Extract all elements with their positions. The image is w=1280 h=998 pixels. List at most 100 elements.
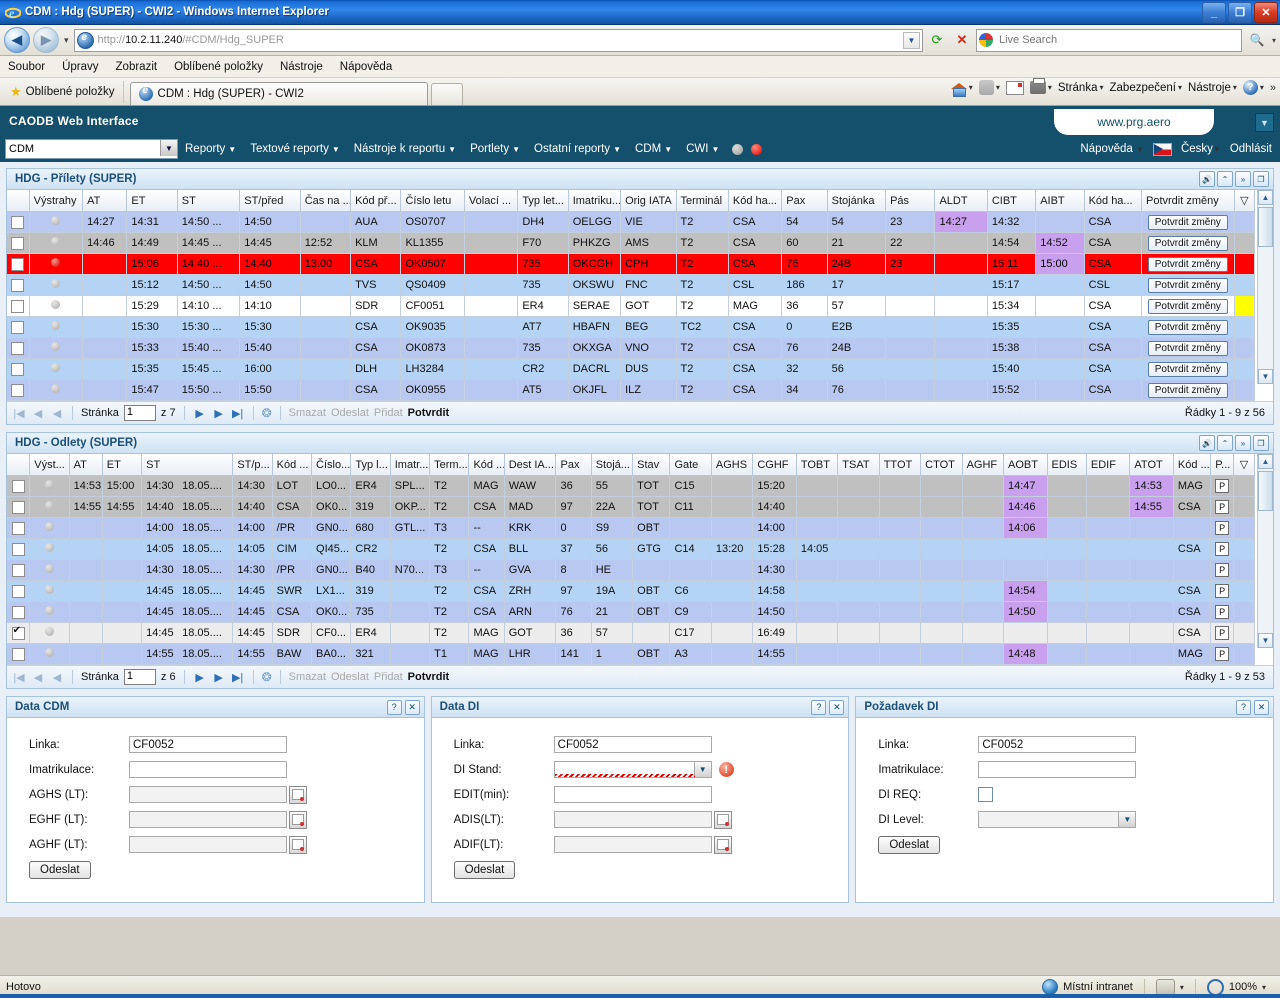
cell-tobt[interactable]	[796, 580, 839, 602]
cell-imat[interactable]: OKCGH	[568, 253, 622, 275]
arrivals-col-12[interactable]: Orig IATA	[620, 190, 677, 212]
cell-et[interactable]: 15:06	[126, 253, 178, 275]
cell-ttot[interactable]	[879, 643, 922, 665]
cell-ttot[interactable]	[879, 622, 922, 644]
table-row[interactable]: 14:55 14:55 14:40 18.05.... 14:40 CSA OK0... 31…	[7, 496, 1255, 518]
close-button[interactable]: ✕	[1254, 2, 1278, 23]
departures-col-18[interactable]: CGHF	[752, 454, 797, 476]
cell-gate[interactable]: C11	[669, 496, 712, 518]
calendar-icon[interactable]	[289, 810, 307, 829]
cell-et[interactable]: 14:55	[102, 496, 143, 518]
cell-pax[interactable]: 76	[555, 601, 592, 623]
cell-aldt[interactable]	[934, 379, 988, 401]
cell-typ[interactable]: 735	[517, 253, 569, 275]
linka-input[interactable]: CF0052	[978, 736, 1137, 753]
cell-stoj[interactable]: 21	[591, 601, 634, 623]
cell-kodha[interactable]: CSA	[468, 580, 505, 602]
cell-cghf[interactable]: 16:49	[752, 622, 797, 644]
cell-at[interactable]	[69, 643, 103, 665]
cell-cislo[interactable]: KL1355	[400, 232, 465, 254]
cell-at[interactable]: 14:46	[82, 232, 128, 254]
cell-stoj[interactable]: 21	[827, 232, 887, 254]
scrollbar-track[interactable]	[1258, 511, 1273, 633]
cell-ctot[interactable]	[920, 580, 963, 602]
cell-stoj[interactable]: 19A	[591, 580, 634, 602]
cell-edis[interactable]	[1047, 622, 1087, 644]
cell-aobt[interactable]	[1003, 622, 1048, 644]
cell-kodha2[interactable]: CSA	[1084, 379, 1142, 401]
cell-tsat[interactable]	[837, 643, 880, 665]
departures-col-24[interactable]: AOBT	[1003, 454, 1048, 476]
cell-typ[interactable]: DH4	[517, 211, 569, 233]
cell-aghs[interactable]: 13:20	[711, 538, 754, 560]
confirm-changes-button[interactable]: Potvrdit změny	[1147, 382, 1228, 398]
cell-st[interactable]: 14:50 ...	[177, 274, 241, 296]
cell-kod2[interactable]	[1173, 559, 1212, 581]
cell-kod2[interactable]: CSA	[1173, 622, 1212, 644]
cell-aldt[interactable]	[934, 337, 988, 359]
cell-imat[interactable]: SERAE	[568, 295, 622, 317]
cell-ctot[interactable]	[920, 517, 963, 539]
cell-edis[interactable]	[1047, 475, 1087, 497]
cell-st[interactable]: 14:10 ...	[177, 295, 241, 317]
cell-typ[interactable]: AT7	[517, 316, 569, 338]
arrivals-col-0[interactable]	[7, 190, 30, 212]
cell-typ[interactable]: AT5	[517, 379, 569, 401]
cell-term[interactable]: T2	[429, 475, 470, 497]
next-page-icon-2[interactable]: ▶	[212, 407, 226, 420]
cell-kodha2[interactable]: CSA	[1084, 358, 1142, 380]
chevron-down-icon[interactable]: ▾	[1180, 983, 1184, 992]
cell-at[interactable]	[82, 253, 128, 275]
confirm-changes-button[interactable]: Potvrdit změny	[1147, 214, 1228, 230]
cell-cislo[interactable]: GN0...	[311, 517, 352, 539]
cell-term[interactable]: T2	[429, 622, 470, 644]
cell-stoj[interactable]: 57	[827, 295, 887, 317]
cell-cislo[interactable]: OK0955	[400, 379, 465, 401]
cell-ttot[interactable]	[879, 580, 922, 602]
arrivals-col-18[interactable]: ALDT	[934, 190, 988, 212]
submit-button[interactable]: Odeslat	[29, 861, 91, 879]
cell-tobt[interactable]	[796, 517, 839, 539]
p-button[interactable]: P	[1215, 500, 1230, 514]
departures-col-9[interactable]: Imatr...	[390, 454, 431, 476]
new-tab-button[interactable]	[430, 83, 463, 105]
cell-gate[interactable]: C15	[669, 475, 712, 497]
cell-ttot[interactable]	[879, 538, 922, 560]
cell-kodha[interactable]: CSL	[728, 274, 783, 296]
last-page-icon[interactable]: ▶|	[231, 407, 245, 420]
cell-atot[interactable]	[1129, 517, 1174, 539]
cell-pax[interactable]: 32	[781, 358, 828, 380]
browser-tab[interactable]: CDM : Hdg (SUPER) - CWI2	[129, 82, 428, 105]
cell-cislo[interactable]: OS0707	[400, 211, 465, 233]
cell-volaci[interactable]	[464, 295, 519, 317]
p-button[interactable]: P	[1215, 521, 1230, 535]
departures-scrollbar[interactable]: ▲ ▼	[1257, 454, 1273, 648]
cell-at[interactable]: 14:53	[69, 475, 103, 497]
cell-kodha[interactable]: MAG	[728, 295, 783, 317]
arrivals-col-3[interactable]: ET	[126, 190, 178, 212]
cell-cislo[interactable]: LX1...	[311, 580, 352, 602]
adis-input[interactable]	[553, 811, 712, 828]
arrivals-col-19[interactable]: CIBT	[987, 190, 1037, 212]
cell-term[interactable]: T3	[429, 517, 470, 539]
cell-pax[interactable]: 76	[781, 337, 828, 359]
cell-st[interactable]: 15:40 ...	[177, 337, 241, 359]
row-checkbox-cell[interactable]	[7, 622, 31, 644]
scroll-up-icon[interactable]: ▲	[1258, 190, 1273, 205]
search-provider-caret[interactable]: ▾	[1272, 36, 1276, 45]
table-row[interactable]: 15:12 14:50 ... 14:50 TVS QS0409 735 OKSWU FNC T…	[7, 274, 1256, 296]
cell-et[interactable]: 15:33	[126, 337, 178, 359]
cell-ctot[interactable]	[920, 475, 963, 497]
close-icon[interactable]: ✕	[1254, 699, 1270, 715]
cell-pax[interactable]: 37	[555, 538, 592, 560]
cell-pas[interactable]: 23	[885, 211, 936, 233]
cell-dest[interactable]: BLL	[504, 538, 557, 560]
calendar-icon[interactable]	[713, 835, 732, 854]
module-select[interactable]: CDM ▼	[5, 139, 178, 159]
refresh-icon[interactable]: ❂	[262, 406, 272, 420]
cell-kodha2[interactable]: CSA	[1084, 295, 1142, 317]
cell-tsat[interactable]	[837, 475, 880, 497]
di-level-select[interactable]: ▼	[978, 811, 1137, 828]
cell-kodha[interactable]: CSA	[728, 253, 783, 275]
cell-term[interactable]: T3	[429, 559, 470, 581]
